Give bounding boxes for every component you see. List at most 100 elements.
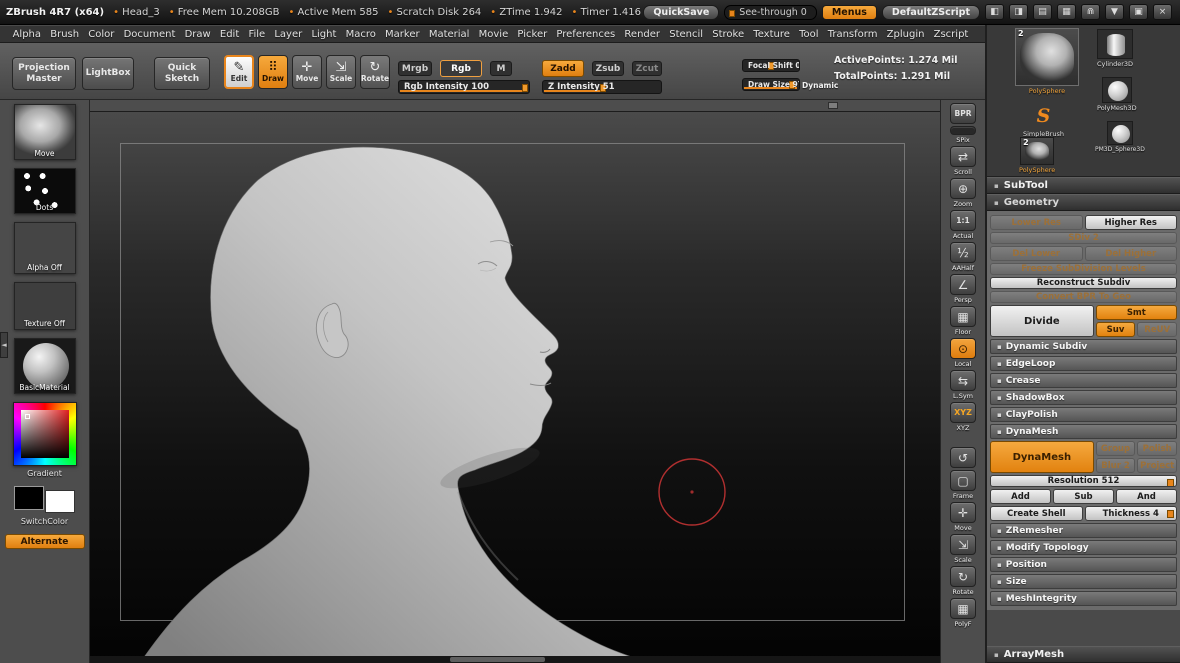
secondary-color-swatch[interactable] <box>45 490 75 513</box>
geometry-section-header[interactable]: ZRemesher <box>990 523 1177 538</box>
geometry-section-header[interactable]: Modify Topology <box>990 540 1177 555</box>
quick-sketch-button[interactable]: Quick Sketch <box>154 57 210 90</box>
zsub-button[interactable]: Zsub <box>592 61 624 76</box>
quicksave-button[interactable]: QuickSave <box>643 5 719 20</box>
menu-item[interactable]: Light <box>307 29 341 40</box>
focal-shift-slider[interactable]: Focal Shift 0 <box>742 59 800 72</box>
menu-item[interactable]: Tool <box>795 29 824 40</box>
sub-button[interactable]: Sub <box>1053 489 1114 504</box>
higher-res-button[interactable]: Higher Res <box>1085 215 1178 230</box>
menu-item[interactable]: File <box>244 29 270 40</box>
menu-item[interactable]: Render <box>620 29 665 40</box>
close-icon[interactable]: × <box>1153 4 1172 20</box>
menu-item[interactable]: Material <box>424 29 474 40</box>
suv-button[interactable]: Suv <box>1096 322 1136 337</box>
panel-divider-handle[interactable]: ◄ <box>0 332 8 358</box>
menu-item[interactable]: Transform <box>823 29 882 40</box>
dynamesh-button[interactable]: DynaMesh <box>990 441 1094 473</box>
rightshelf-button[interactable]: ⇄ Scroll <box>950 146 976 176</box>
geometry-section-header[interactable]: Dynamic Subdiv <box>990 339 1177 354</box>
lock-icon[interactable]: ⋒ <box>1081 4 1100 20</box>
rightshelf-button[interactable]: ✛ Move <box>950 502 976 532</box>
switch-color-widget[interactable] <box>13 486 77 514</box>
color-picker[interactable] <box>13 402 77 466</box>
stroke-thumbnail[interactable]: Dots <box>14 168 76 214</box>
reconstruct-subdiv-button[interactable]: Reconstruct Subdiv <box>990 277 1177 289</box>
texture-thumbnail[interactable]: Texture Off <box>14 282 76 330</box>
divide-button[interactable]: Divide <box>990 305 1094 337</box>
rightshelf-button[interactable]: ⇆ L.Sym <box>950 370 976 400</box>
m-button[interactable]: M <box>490 61 512 76</box>
smt-button[interactable]: Smt <box>1096 305 1177 320</box>
rightshelf-button[interactable]: ½ AAHalf <box>950 242 976 272</box>
brush-thumbnail[interactable]: Move <box>14 104 76 160</box>
add-button[interactable]: Add <box>990 489 1051 504</box>
main-color-swatch[interactable] <box>14 486 44 510</box>
menu-item[interactable]: Picker <box>513 29 552 40</box>
del-lower-button[interactable]: Del Lower <box>990 246 1083 261</box>
canvas-scroll-handle[interactable] <box>828 102 838 109</box>
geometry-section-header[interactable]: Size <box>990 574 1177 589</box>
dynamic-label[interactable]: Dynamic <box>802 81 838 90</box>
tool-thumbnail[interactable]: PolyMesh3D <box>1097 77 1137 112</box>
rightshelf-button[interactable]: ▦ Floor <box>950 306 976 336</box>
rightshelf-button[interactable]: XYZ XYZ <box>950 402 976 432</box>
menu-item[interactable]: Preferences <box>552 29 620 40</box>
zadd-button[interactable]: Zadd <box>542 60 584 77</box>
rightshelf-button[interactable]: 1:1 Actual <box>950 210 976 240</box>
horizontal-scrollbar[interactable] <box>90 656 940 663</box>
geometry-header[interactable]: ▪ Geometry <box>987 194 1180 211</box>
lightbox-button[interactable]: LightBox <box>82 57 134 90</box>
polish-button[interactable]: Polish <box>1137 441 1177 456</box>
dynamesh-section-header[interactable]: DynaMesh <box>990 424 1177 439</box>
menu-item[interactable]: Draw <box>180 29 215 40</box>
menu-item[interactable]: Movie <box>474 29 513 40</box>
create-shell-button[interactable]: Create Shell <box>990 506 1083 521</box>
lower-res-button[interactable]: Lower Res <box>990 215 1083 230</box>
menu-item[interactable]: Texture <box>749 29 795 40</box>
rightshelf-button[interactable]: ⇲ Scale <box>950 534 976 564</box>
convert-bpr-button[interactable]: Convert BPR To Geo <box>990 291 1177 303</box>
alpha-thumbnail[interactable]: Alpha Off <box>14 222 76 274</box>
mode-button[interactable]: ↻ Rotate <box>360 55 390 89</box>
rightshelf-button[interactable]: ▢ Frame <box>950 470 976 500</box>
rightshelf-button[interactable]: SPix <box>950 126 976 144</box>
projection-master-button[interactable]: Projection Master <box>12 57 76 90</box>
rightshelf-button[interactable]: ⊙ Local <box>950 338 976 368</box>
menu-item[interactable]: Edit <box>215 29 244 40</box>
shrink-left-icon[interactable]: ◧ <box>985 4 1004 20</box>
mode-button[interactable]: ⇲ Scale <box>326 55 356 89</box>
tool-thumbnail[interactable]: S SimpleBrush <box>1023 103 1064 138</box>
panel-left-icon[interactable]: ▤ <box>1033 4 1052 20</box>
restore-icon[interactable]: ▣ <box>1129 4 1148 20</box>
del-higher-button[interactable]: Del Higher <box>1085 246 1178 261</box>
menu-item[interactable]: Document <box>119 29 180 40</box>
rightshelf-button[interactable]: ↻ Rotate <box>950 566 976 596</box>
mode-button[interactable]: ✎ Edit <box>224 55 254 89</box>
horizontal-scrollbar-handle[interactable] <box>450 657 545 662</box>
menu-item[interactable]: Alpha <box>8 29 46 40</box>
tool-thumbnail[interactable]: 2 PolySphere <box>1019 137 1055 174</box>
menu-item[interactable]: Zplugin <box>882 29 929 40</box>
rgb-intensity-slider[interactable]: Rgb Intensity 100 <box>398 80 530 94</box>
panel-right-icon[interactable]: ▦ <box>1057 4 1076 20</box>
geometry-section-header[interactable]: EdgeLoop <box>990 356 1177 371</box>
current-tool-thumbnail[interactable]: 2 PolySphere <box>1015 28 1079 95</box>
freeze-subdivision-button[interactable]: Freeze SubDivision Levels <box>990 263 1177 275</box>
menu-item[interactable]: Marker <box>380 29 424 40</box>
rightshelf-button[interactable]: ⊕ Zoom <box>950 178 976 208</box>
menu-item[interactable]: Stencil <box>665 29 708 40</box>
material-thumbnail[interactable]: BasicMaterial <box>14 338 76 394</box>
menus-button[interactable]: Menus <box>822 5 877 20</box>
menu-item[interactable]: Macro <box>341 29 380 40</box>
subtool-header[interactable]: ▪ SubTool <box>987 177 1180 194</box>
group-button[interactable]: Group <box>1096 441 1136 456</box>
menu-item[interactable]: Color <box>84 29 119 40</box>
see-through-slider[interactable]: See-through 0 <box>724 5 817 20</box>
geometry-section-header[interactable]: Crease <box>990 373 1177 388</box>
menu-item[interactable]: Layer <box>270 29 307 40</box>
project-button[interactable]: Project <box>1137 458 1177 473</box>
rgb-button[interactable]: Rgb <box>440 60 482 77</box>
arraymesh-header[interactable]: ▪ ArrayMesh <box>987 646 1180 663</box>
sdiv-slider[interactable]: SDiv 2 <box>990 232 1177 244</box>
